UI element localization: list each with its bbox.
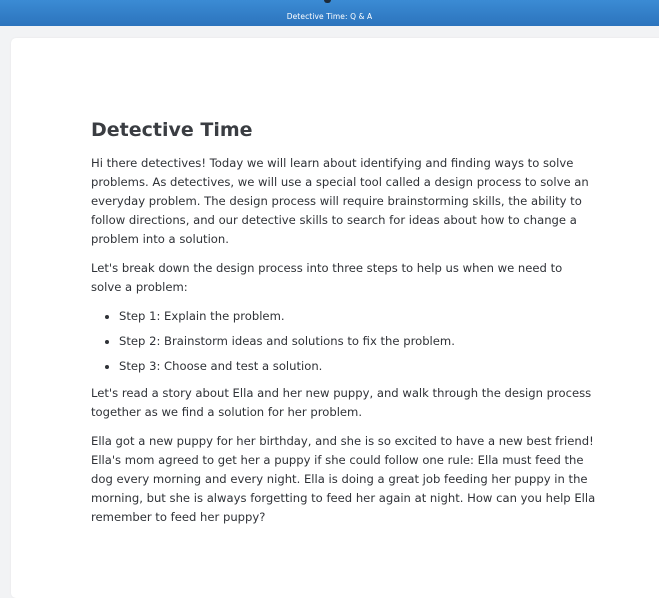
top-header-bar: Detective Time: Q & A xyxy=(0,0,659,26)
steps-intro-paragraph: Let's break down the design process into… xyxy=(91,261,563,294)
intro-paragraph: Hi there detectives! Today we will learn… xyxy=(91,156,589,246)
design-steps-list: Step 1: Explain the problem. Step 2: Bra… xyxy=(91,307,596,376)
content-card: Detective Time Hi there detectives! Toda… xyxy=(11,38,659,598)
header-title: Detective Time: Q & A xyxy=(286,12,373,21)
list-item: Step 3: Choose and test a solution. xyxy=(119,357,596,376)
page-title: Detective Time xyxy=(91,119,253,141)
top-edge-fragment xyxy=(324,0,331,3)
article-content: Detective Time Hi there detectives! Toda… xyxy=(91,118,596,537)
list-item: Step 1: Explain the problem. xyxy=(119,307,596,326)
story-intro-paragraph: Let's read a story about Ella and her ne… xyxy=(91,386,592,419)
list-item: Step 2: Brainstorm ideas and solutions t… xyxy=(119,332,596,351)
story-paragraph: Ella got a new puppy for her birthday, a… xyxy=(91,434,596,524)
